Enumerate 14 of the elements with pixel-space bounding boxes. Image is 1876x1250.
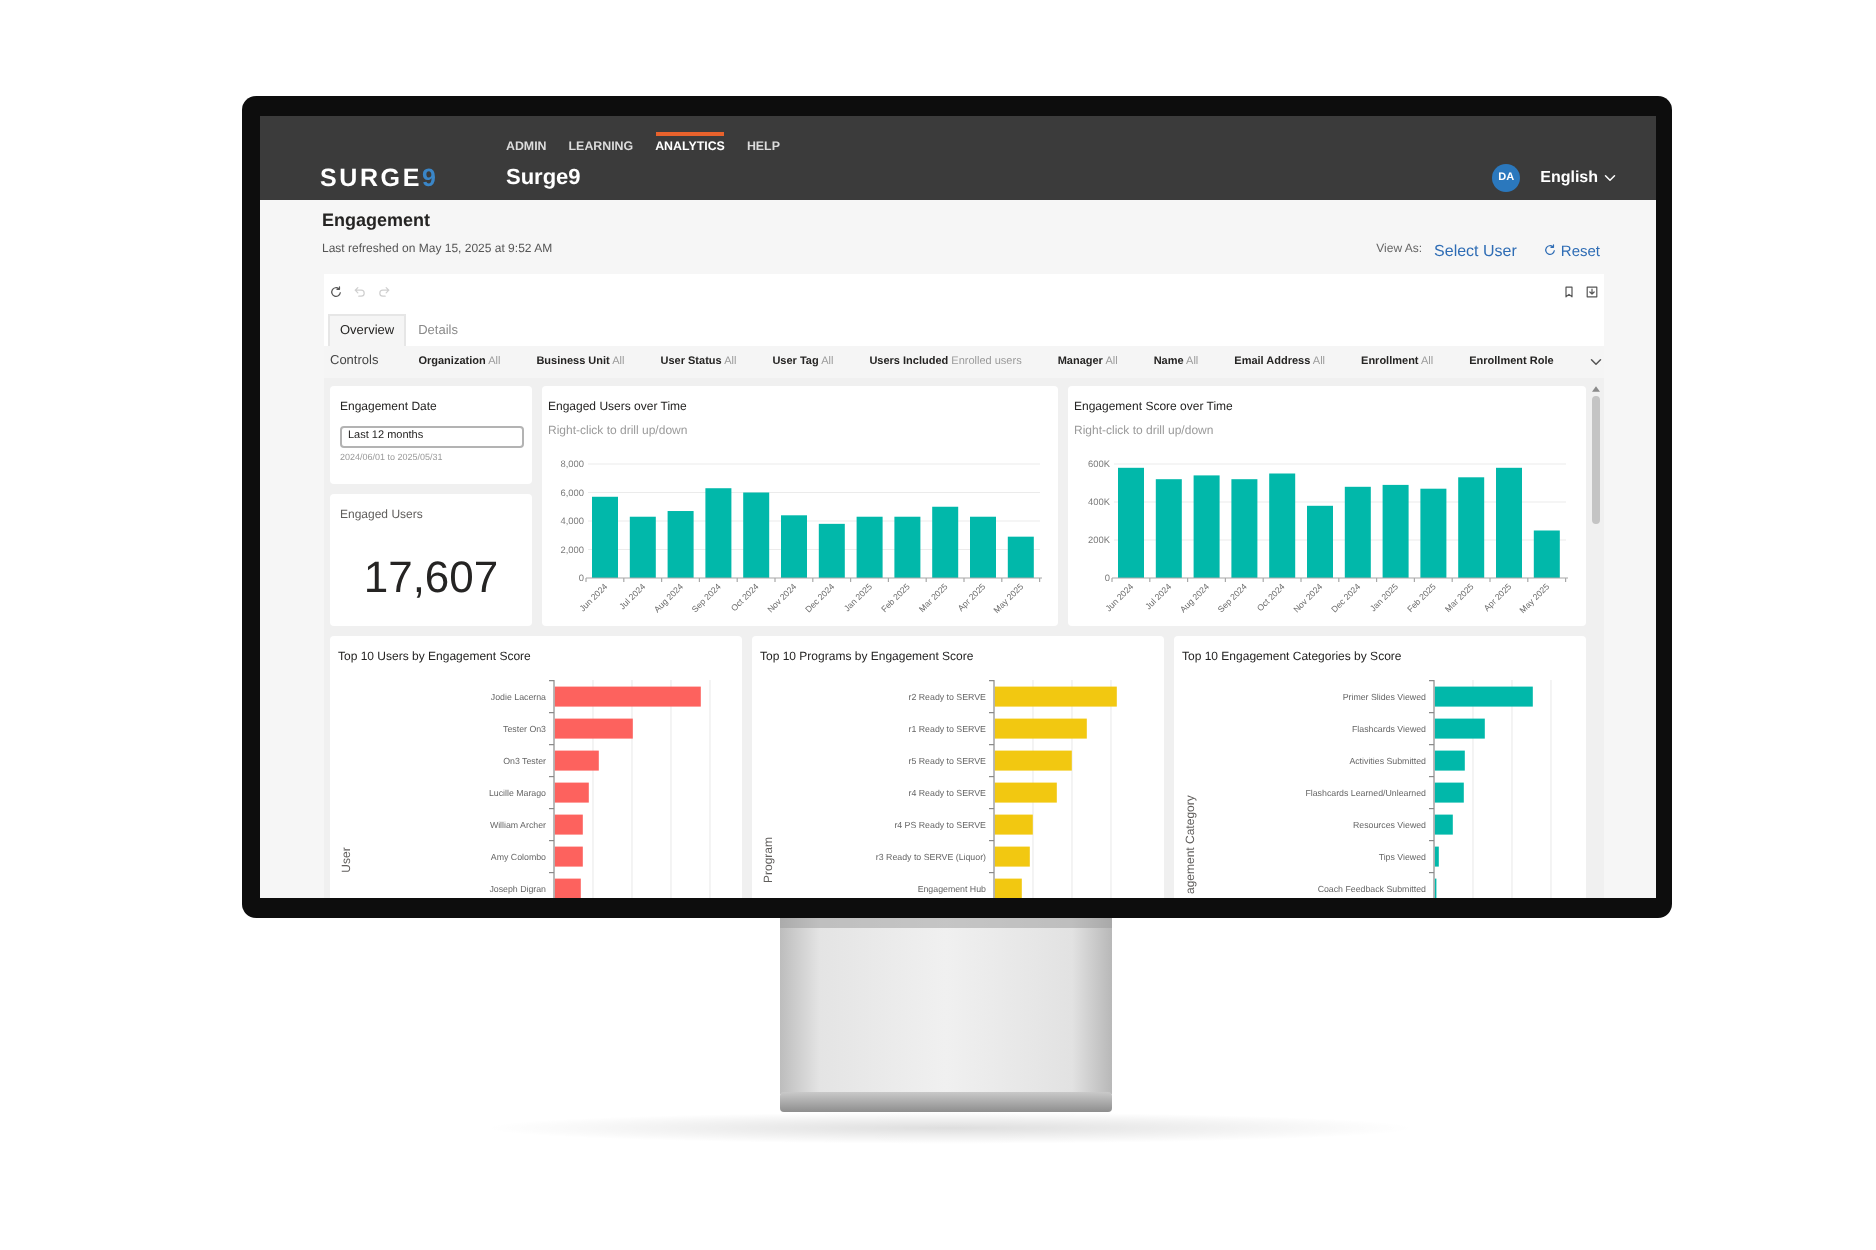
circular-arrow-icon[interactable] [330,286,342,298]
download-icon[interactable] [1586,286,1598,298]
refresh-icon [1544,244,1557,256]
site-name: Surge9 [506,164,581,192]
bookmark-icon[interactable] [1564,286,1574,298]
kpi-value: 17,607 [363,554,499,602]
language-selector[interactable]: English [1540,168,1616,188]
caret-up-icon[interactable] [1591,386,1599,392]
scrollbar-thumb[interactable] [1591,396,1599,524]
page-title: Engagement [322,210,431,232]
chevron-down-icon [1604,174,1616,182]
select-user-link[interactable]: Select User [1434,241,1517,259]
brand-logo: SURGE9 [320,164,439,192]
chevron-down-icon[interactable] [1589,358,1602,366]
